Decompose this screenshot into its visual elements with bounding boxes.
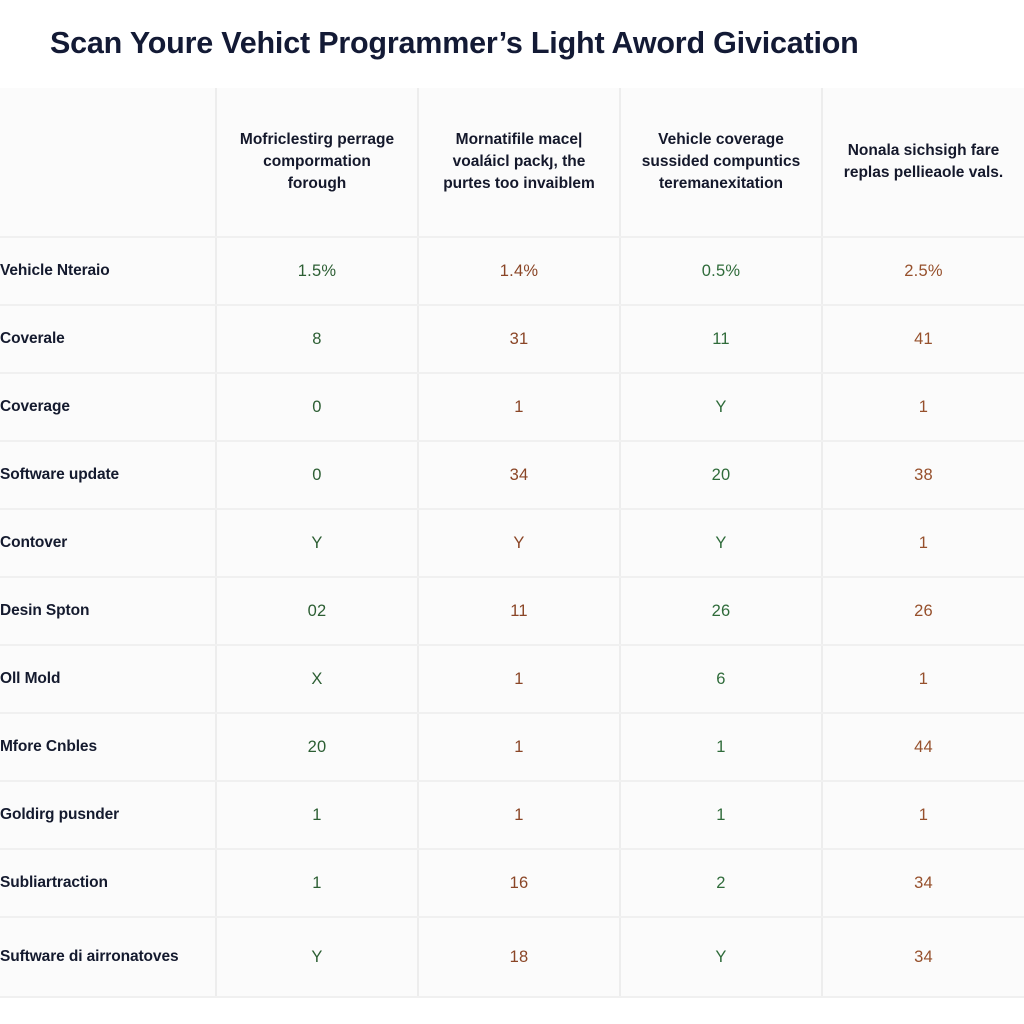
row-label: Desin Spton (0, 577, 217, 646)
row-label: Vehicle Nteraio (0, 237, 217, 306)
table-cell: 20 (216, 713, 419, 782)
header-row: Mofriclestirg perrage compormation forou… (0, 88, 1024, 238)
table-cell: 6 (620, 645, 823, 714)
table-row: Goldirg pusnder 1 1 1 1 (0, 781, 1024, 850)
table-row: Subliartraction 1 16 2 34 (0, 849, 1024, 918)
table-cell: 44 (822, 713, 1024, 782)
table-row: Coverage 0 1 Y 1 (0, 373, 1024, 442)
table-cell: 34 (418, 441, 621, 510)
table-cell: Y (620, 373, 823, 442)
table-cell: 8 (216, 305, 419, 374)
table-cell: 0 (216, 373, 419, 442)
table-cell: 34 (822, 917, 1024, 998)
table-cell: 1 (418, 645, 621, 714)
table-cell: 1 (822, 645, 1024, 714)
table-cell: 41 (822, 305, 1024, 374)
table-cell: 2 (620, 849, 823, 918)
row-label: Contover (0, 509, 217, 578)
column-header-4-label: Nonala sichsigh fare replas pellieaole v… (843, 142, 1004, 181)
table-cell: 16 (418, 849, 621, 918)
table-cell: 1 (418, 713, 621, 782)
table-cell: 38 (822, 441, 1024, 510)
table-cell: Y (620, 917, 823, 998)
table-row: Suftware di airronatoves Y 18 Y 34 (0, 917, 1024, 998)
table-cell: 2.5% (822, 237, 1024, 306)
table-cell: 20 (620, 441, 823, 510)
table-body: Vehicle Nteraio 1.5% 1.4% 0.5% 2.5% Cove… (0, 237, 1024, 998)
page-title: Scan Youre Vehict Programmer’s Light Awo… (50, 26, 859, 61)
table-row: Desin Spton 02 11 26 26 (0, 577, 1024, 646)
table-cell: 1.4% (418, 237, 621, 306)
table-cell: 1 (620, 781, 823, 850)
table-cell: 11 (620, 305, 823, 374)
table-cell: Y (216, 509, 419, 578)
table-cell: 1 (822, 781, 1024, 850)
column-header-3-label: Vehicle coverage sussided compuntics ter… (641, 131, 801, 192)
table-cell: 1 (418, 781, 621, 850)
table-cell: 1 (822, 373, 1024, 442)
table-cell: Y (216, 917, 419, 998)
row-label: Goldirg pusnder (0, 781, 217, 850)
page-root: Scan Youre Vehict Programmer’s Light Awo… (0, 0, 1024, 1024)
column-header-1: Mofriclestirg perrage compormation forou… (216, 88, 419, 238)
table-cell: 26 (822, 577, 1024, 646)
table-cell: 02 (216, 577, 419, 646)
table-cell: Y (620, 509, 823, 578)
table-cell: 18 (418, 917, 621, 998)
title-bar: Scan Youre Vehict Programmer’s Light Awo… (0, 0, 1024, 88)
table-corner-cell (0, 88, 217, 238)
column-header-3: Vehicle coverage sussided compuntics ter… (620, 88, 823, 238)
column-header-2: Mornatifile mace| voaláicl packȷ, the pu… (418, 88, 621, 238)
table-cell: 1.5% (216, 237, 419, 306)
column-header-2-label: Mornatifile mace| voaláicl packȷ, the pu… (443, 131, 595, 192)
row-label: Software update (0, 441, 217, 510)
table-cell: 1 (822, 509, 1024, 578)
table-cell: 11 (418, 577, 621, 646)
row-label: Subliartraction (0, 849, 217, 918)
table-cell: 0 (216, 441, 419, 510)
table-cell: X (216, 645, 419, 714)
row-label: Coverage (0, 373, 217, 442)
table-row: Oll Mold X 1 6 1 (0, 645, 1024, 714)
column-header-4: Nonala sichsigh fare replas pellieaole v… (822, 88, 1024, 238)
table-row: Coverale 8 31 11 41 (0, 305, 1024, 374)
table-cell: 26 (620, 577, 823, 646)
column-header-1-label: Mofriclestirg perrage compormation forou… (239, 131, 395, 192)
comparison-table: Mofriclestirg perrage compormation forou… (0, 88, 1024, 998)
table-cell: 1 (216, 781, 419, 850)
table-cell: 1 (620, 713, 823, 782)
table-cell: 1 (216, 849, 419, 918)
table-row: Software update 0 34 20 38 (0, 441, 1024, 510)
table-cell: 0.5% (620, 237, 823, 306)
table-cell: 34 (822, 849, 1024, 918)
table-row: Mfore Cnbles 20 1 1 44 (0, 713, 1024, 782)
table-row: Vehicle Nteraio 1.5% 1.4% 0.5% 2.5% (0, 237, 1024, 306)
table-cell: 1 (418, 373, 621, 442)
table-cell: 31 (418, 305, 621, 374)
row-label: Oll Mold (0, 645, 217, 714)
table-row: Contover Y Y Y 1 (0, 509, 1024, 578)
row-label: Mfore Cnbles (0, 713, 217, 782)
row-label: Coverale (0, 305, 217, 374)
comparison-table-wrapper: Mofriclestirg perrage compormation forou… (0, 88, 1024, 1024)
row-label: Suftware di airronatoves (0, 917, 217, 998)
table-header: Mofriclestirg perrage compormation forou… (0, 88, 1024, 238)
table-cell: Y (418, 509, 621, 578)
